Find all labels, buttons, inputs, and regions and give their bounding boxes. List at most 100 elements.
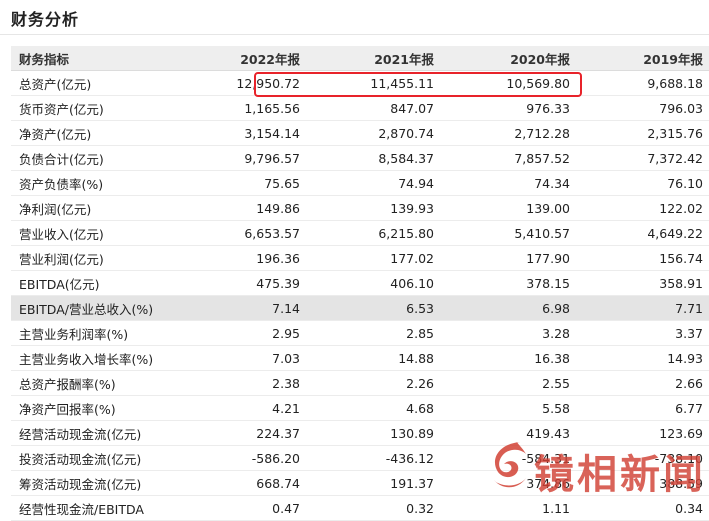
value-2019: 14.93: [576, 345, 709, 371]
value-2019: 156.74: [576, 245, 709, 271]
table-row[interactable]: 营业收入(亿元) 6,653.57 6,215.80 5,410.57 4,649.22: [11, 220, 709, 246]
value-2020: 7,857.52: [440, 145, 576, 171]
value-2021: 847.07: [306, 95, 440, 121]
column-header-indicator[interactable]: 财务指标: [11, 46, 173, 71]
watermark-text: 镜相新闻: [534, 451, 706, 498]
value-2021: 6,215.80: [306, 220, 440, 246]
value-2021: -436.12: [306, 445, 440, 471]
watermark: 镜相新闻: [484, 432, 709, 502]
value-2020: 5,410.57: [440, 220, 576, 246]
value-2021: 14.88: [306, 345, 440, 371]
value-2020: 2,712.28: [440, 120, 576, 146]
value-2021: 177.02: [306, 245, 440, 271]
table-row[interactable]: 负债合计(亿元) 9,796.57 8,584.37 7,857.52 7,372.42: [11, 145, 709, 171]
value-2022: 6,653.57: [173, 220, 306, 246]
value-2022: 12,950.72: [173, 70, 306, 96]
row-label: 营业利润(亿元): [11, 245, 173, 271]
row-label: 主营业务利润率(%): [11, 320, 173, 346]
value-2020: 10,569.80: [440, 70, 576, 96]
value-2019: 796.03: [576, 95, 709, 121]
value-2022: 475.39: [173, 270, 306, 296]
row-label: 总资产报酬率(%): [11, 370, 173, 396]
row-label: 净利润(亿元): [11, 195, 173, 221]
value-2019: 4,649.22: [576, 220, 709, 246]
table-row[interactable]: 主营业务收入增长率(%) 7.03 14.88 16.38 14.93: [11, 345, 709, 371]
value-2020: 6.98: [440, 295, 576, 321]
value-2020: 177.90: [440, 245, 576, 271]
row-label: 总资产(亿元): [11, 70, 173, 96]
value-2022: 196.36: [173, 245, 306, 271]
table-header-row: 财务指标 2022年报 2021年报 2020年报 2019年报: [11, 46, 709, 71]
value-2021: 139.93: [306, 195, 440, 221]
column-header-2022[interactable]: 2022年报: [173, 46, 306, 71]
value-2019: 122.02: [576, 195, 709, 221]
value-2021: 2,870.74: [306, 120, 440, 146]
value-2019: 7,372.42: [576, 145, 709, 171]
swirl-logo-icon: [494, 442, 526, 488]
row-label: 净资产回报率(%): [11, 395, 173, 421]
value-2022: 4.21: [173, 395, 306, 421]
table-row[interactable]: 资产负债率(%) 75.65 74.94 74.34 76.10: [11, 170, 709, 196]
value-2022: 2.95: [173, 320, 306, 346]
value-2019: 2,315.76: [576, 120, 709, 146]
value-2021: 8,584.37: [306, 145, 440, 171]
value-2021: 4.68: [306, 395, 440, 421]
row-label: 经营活动现金流(亿元): [11, 420, 173, 446]
value-2022: 75.65: [173, 170, 306, 196]
value-2022: 1,165.56: [173, 95, 306, 121]
table-row[interactable]: 货币资产(亿元) 1,165.56 847.07 976.33 796.03: [11, 95, 709, 121]
value-2020: 5.58: [440, 395, 576, 421]
page-header: 财务分析: [0, 0, 709, 35]
table-row[interactable]: 总资产(亿元) 12,950.72 11,455.11 10,569.80 9,688.…: [11, 70, 709, 96]
table-row[interactable]: 营业利润(亿元) 196.36 177.02 177.90 156.74: [11, 245, 709, 271]
row-label: 负债合计(亿元): [11, 145, 173, 171]
row-label: 货币资产(亿元): [11, 95, 173, 121]
value-2021: 191.37: [306, 470, 440, 496]
value-2020: 74.34: [440, 170, 576, 196]
value-2020: 3.28: [440, 320, 576, 346]
value-2019: 2.66: [576, 370, 709, 396]
table-row[interactable]: EBITDA/营业总收入(%) 7.14 6.53 6.98 7.71: [11, 295, 709, 321]
value-2019: 9,688.18: [576, 70, 709, 96]
value-2020: 378.15: [440, 270, 576, 296]
value-2022: -586.20: [173, 445, 306, 471]
value-2020: 16.38: [440, 345, 576, 371]
value-2021: 130.89: [306, 420, 440, 446]
row-label: 资产负债率(%): [11, 170, 173, 196]
table-row[interactable]: 净资产(亿元) 3,154.14 2,870.74 2,712.28 2,315.76: [11, 120, 709, 146]
row-label: 筹资活动现金流(亿元): [11, 470, 173, 496]
value-2019: 3.37: [576, 320, 709, 346]
row-label: 经营性现金流/EBITDA: [11, 495, 173, 521]
value-2019: 76.10: [576, 170, 709, 196]
table-row[interactable]: 主营业务利润率(%) 2.95 2.85 3.28 3.37: [11, 320, 709, 346]
value-2021: 2.85: [306, 320, 440, 346]
column-header-2021[interactable]: 2021年报: [306, 46, 440, 71]
value-2022: 668.74: [173, 470, 306, 496]
value-2022: 7.14: [173, 295, 306, 321]
value-2022: 224.37: [173, 420, 306, 446]
value-2021: 11,455.11: [306, 70, 440, 96]
table-row[interactable]: 净利润(亿元) 149.86 139.93 139.00 122.02: [11, 195, 709, 221]
table-row[interactable]: EBITDA(亿元) 475.39 406.10 378.15 358.91: [11, 270, 709, 296]
value-2020: 2.55: [440, 370, 576, 396]
row-label: 主营业务收入增长率(%): [11, 345, 173, 371]
value-2022: 2.38: [173, 370, 306, 396]
value-2020: 139.00: [440, 195, 576, 221]
row-label: EBITDA/营业总收入(%): [11, 295, 173, 321]
column-header-2019[interactable]: 2019年报: [576, 46, 709, 71]
value-2019: 7.71: [576, 295, 709, 321]
table-row[interactable]: 净资产回报率(%) 4.21 4.68 5.58 6.77: [11, 395, 709, 421]
value-2021: 0.32: [306, 495, 440, 521]
value-2022: 9,796.57: [173, 145, 306, 171]
value-2022: 3,154.14: [173, 120, 306, 146]
column-header-2020[interactable]: 2020年报: [440, 46, 576, 71]
value-2021: 6.53: [306, 295, 440, 321]
table-row[interactable]: 总资产报酬率(%) 2.38 2.26 2.55 2.66: [11, 370, 709, 396]
page-title: 财务分析: [11, 10, 80, 29]
value-2022: 7.03: [173, 345, 306, 371]
value-2021: 74.94: [306, 170, 440, 196]
row-label: 营业收入(亿元): [11, 220, 173, 246]
value-2019: 358.91: [576, 270, 709, 296]
value-2021: 406.10: [306, 270, 440, 296]
value-2022: 149.86: [173, 195, 306, 221]
